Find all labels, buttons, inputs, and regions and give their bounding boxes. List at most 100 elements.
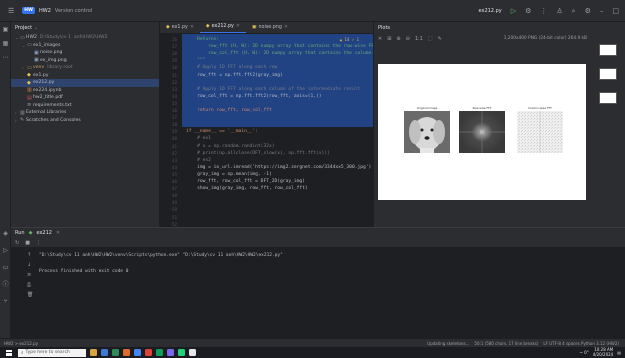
- search-icon[interactable]: ⌕: [572, 7, 576, 16]
- run-icon[interactable]: ▷: [511, 7, 516, 15]
- caret-position[interactable]: 50:1 (580 chars, 17 line breaks): [474, 341, 538, 346]
- editor-tab[interactable]: ◆ ex1.py ✕: [160, 21, 200, 33]
- stop-icon[interactable]: ■: [25, 240, 30, 246]
- tree-item[interactable]: ⌄ ▭ HW2 D:\Study\cv 1 ​ anh\HW2\HW2: [11, 34, 159, 42]
- wrap-icon[interactable]: ≡: [27, 272, 31, 278]
- project-name[interactable]: HW2: [39, 8, 51, 14]
- tree-item[interactable]: ◆ ex1.py: [11, 72, 159, 80]
- line-number: 32: [171, 79, 177, 85]
- pycharm-icon[interactable]: [178, 349, 185, 356]
- tree-item[interactable]: ▣ ex_img.png: [11, 57, 159, 65]
- tree-item[interactable]: ◆ ex212.py: [11, 79, 159, 87]
- search-icon: ⌕: [21, 350, 24, 356]
- tree-item[interactable]: ▥ ex224.ipynb: [11, 87, 159, 95]
- notification-icon[interactable]: ▤: [617, 350, 621, 355]
- run-config-tab[interactable]: ex212: [36, 230, 52, 236]
- tree-item[interactable]: › ✎ Scratches and Consoles: [11, 117, 159, 125]
- line-number: 27: [171, 44, 177, 50]
- project-badge[interactable]: HW: [22, 7, 36, 14]
- vcs-widget[interactable]: Version control: [55, 8, 92, 14]
- chrome-icon[interactable]: [145, 349, 152, 356]
- fit-icon[interactable]: ⬚: [428, 36, 433, 42]
- python-packages-icon[interactable]: ◈: [2, 230, 9, 237]
- breadcrumb[interactable]: HW2 > ex212.py: [4, 341, 38, 346]
- indexing-status[interactable]: Updating skeletons...: [427, 341, 469, 346]
- project-panel-header[interactable]: Project ⌄: [11, 22, 159, 34]
- print-icon[interactable]: ⎙: [27, 282, 31, 288]
- tree-item-label: ex_img.png: [40, 57, 67, 63]
- chrome-icon[interactable]: [134, 349, 141, 356]
- tree-item[interactable]: ▣ noise.png: [11, 49, 159, 57]
- actual-size-icon[interactable]: 1:1: [415, 36, 423, 42]
- run-tool-icon[interactable]: ▷: [2, 247, 9, 254]
- plots-toolbar: ✕ ⊞ ⊕ ⊖ 1:1 ⬚ ✎: [374, 34, 625, 44]
- eyedropper-icon[interactable]: ✎: [438, 36, 442, 42]
- main-menu-icon[interactable]: ☰: [8, 7, 14, 15]
- chrome-icon[interactable]: [156, 349, 163, 356]
- git-tool-icon[interactable]: ⑂: [2, 298, 9, 305]
- zoom-in-icon[interactable]: ⊕: [396, 36, 400, 42]
- line-number: 34: [171, 93, 177, 99]
- plots-header: Plots: [374, 22, 625, 34]
- tree-item[interactable]: ⌄ ▭ ex1_images: [11, 42, 159, 50]
- row-fft-image: [459, 111, 505, 153]
- more-icon[interactable]: ⋮: [36, 240, 41, 246]
- app-icon[interactable]: [167, 349, 174, 356]
- account-icon[interactable]: ♙: [556, 7, 562, 15]
- weather-temp[interactable]: ~ 0°: [580, 350, 589, 355]
- line-gutter: 26 27 28 29 30 31 32 33 34 35 36 37 38 39 40 41 42 43 44 45…: [160, 34, 182, 227]
- tree-item-label: noise.png: [40, 50, 63, 56]
- tree-item[interactable]: ≡ requirements.txt: [11, 102, 159, 110]
- python-icon: ◆: [205, 24, 210, 29]
- windows-start-icon[interactable]: [6, 349, 12, 356]
- code-line: # ex2: [186, 157, 211, 163]
- down-icon[interactable]: ↓: [27, 262, 31, 268]
- tree-item[interactable]: › ▥ External Libraries: [11, 109, 159, 117]
- plot-thumbnail[interactable]: [599, 44, 617, 56]
- rerun-icon[interactable]: ↻: [15, 240, 19, 246]
- zoom-out-icon[interactable]: ⊖: [406, 36, 410, 42]
- file-explorer-icon[interactable]: [90, 349, 97, 356]
- trash-icon[interactable]: 🗑: [27, 292, 33, 298]
- store-icon[interactable]: [123, 349, 130, 356]
- file-encoding[interactable]: LF UTF-8 4 spaces Python 3.12 (HW2): [543, 341, 619, 346]
- up-icon[interactable]: ↑: [27, 252, 31, 258]
- debug-icon[interactable]: ⚙: [525, 7, 531, 15]
- close-icon[interactable]: ✕: [56, 230, 60, 236]
- close-icon[interactable]: ✕: [378, 36, 382, 42]
- maximize-icon[interactable]: □: [612, 7, 619, 15]
- terminal-tool-icon[interactable]: ▭: [2, 264, 9, 271]
- minimize-icon[interactable]: –: [600, 7, 604, 15]
- tree-item[interactable]: ▤ hw2_title.pdf: [11, 94, 159, 102]
- editor-tab[interactable]: ▣ noise.png ✕: [246, 21, 294, 33]
- left-tool-strip: ▣ ▦ ⋯ ◈ ▷ ▭ ⓘ ⑂: [0, 22, 11, 338]
- taskbar-search[interactable]: ⌕ Type here to search: [18, 348, 86, 357]
- plot-thumbnail[interactable]: [599, 92, 617, 104]
- run-config-selector[interactable]: ex212.py: [479, 8, 502, 14]
- chevron-down-icon[interactable]: ⌄: [34, 25, 38, 31]
- plot-canvas[interactable]: Original Image Row-wise FFT Column-wise …: [378, 64, 586, 200]
- problems-tool-icon[interactable]: ⓘ: [2, 281, 9, 288]
- close-icon[interactable]: ✕: [190, 25, 194, 30]
- mail-icon[interactable]: [101, 349, 108, 356]
- run-tab-label: Run: [15, 230, 25, 236]
- line-number: 40: [171, 136, 177, 142]
- more-tools-icon[interactable]: ⋯: [2, 54, 9, 61]
- tree-item[interactable]: › ▭ venv library root: [11, 64, 159, 72]
- structure-tool-icon[interactable]: ▦: [2, 40, 9, 47]
- close-icon[interactable]: ✕: [284, 25, 288, 30]
- notepad-icon[interactable]: [189, 349, 196, 356]
- code-line: # x = np.random.randint(32x): [186, 143, 275, 149]
- more-icon[interactable]: ⋮: [540, 7, 547, 15]
- code-line: row_fft, row_col_fft = DFT_2D(gray_img): [186, 179, 305, 184]
- edge-icon[interactable]: [112, 349, 119, 356]
- plot-thumbnail[interactable]: [599, 68, 617, 80]
- settings-icon[interactable]: ⚙: [585, 7, 591, 15]
- close-icon[interactable]: ✕: [236, 24, 240, 29]
- project-tool-icon[interactable]: ▣: [2, 26, 9, 33]
- inspection-badge[interactable]: ▲ 14 ✓ 1: [340, 37, 359, 42]
- code-editor[interactable]: 26 27 28 29 30 31 32 33 34 35 36 37 38 39 40 41 42 43 44 45…: [160, 34, 385, 227]
- grid-icon[interactable]: ⊞: [387, 36, 391, 42]
- clock[interactable]: 10:28 AM 4/20/2024: [593, 347, 614, 357]
- editor-tab[interactable]: ◆ ex212.py ✕: [199, 21, 246, 33]
